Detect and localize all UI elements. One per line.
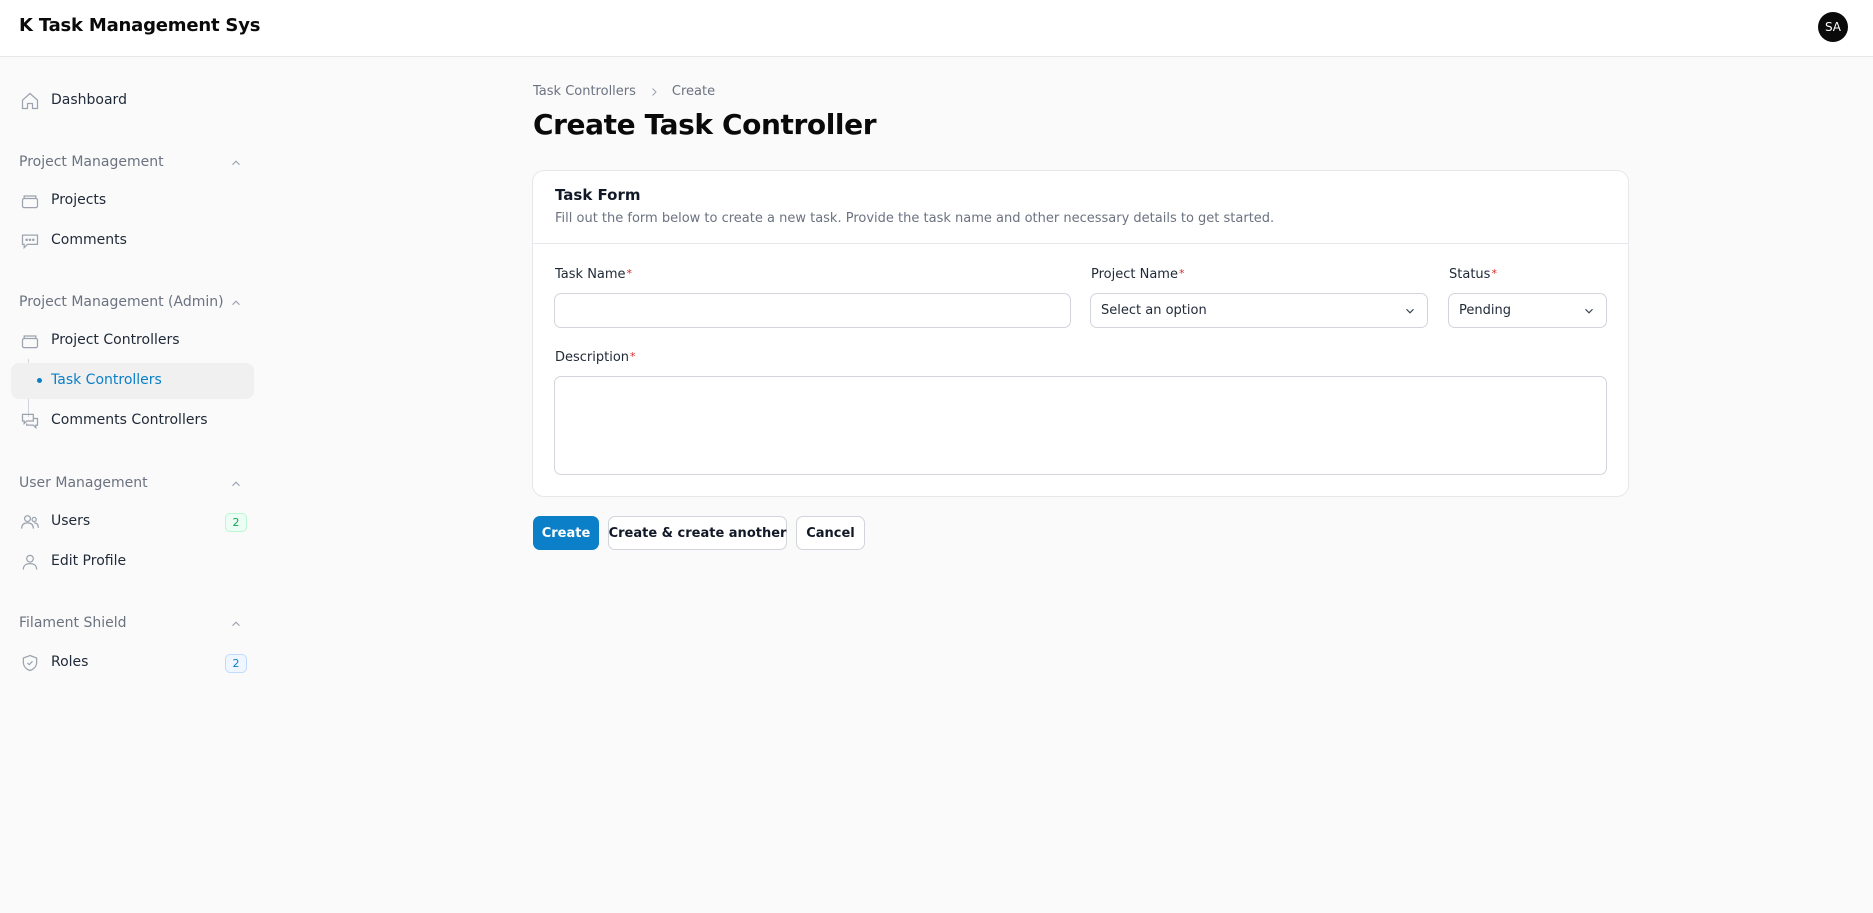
sidebar-item-projects[interactable]: Projects [11, 183, 254, 219]
description-textarea[interactable] [554, 376, 1607, 475]
sidebar-item-label: Edit Profile [51, 553, 127, 569]
chevron-down-icon [1403, 304, 1417, 318]
project-name-label: Project Name* [1091, 267, 1184, 282]
chevron-up-icon[interactable] [229, 617, 243, 631]
create-and-create-another-button[interactable]: Create & create another [608, 516, 787, 550]
sidebar-item-users[interactable]: Users 2 [11, 504, 254, 540]
task-name-input[interactable] [554, 293, 1071, 328]
card-description: Fill out the form below to create a new … [555, 211, 1275, 226]
group-label-filament-shield: Filament Shield [19, 615, 127, 631]
required-asterisk: * [626, 267, 633, 280]
card-title: Task Form [555, 186, 641, 204]
task-name-label: Task Name* [555, 267, 632, 282]
sidebar-item-label: Comments [51, 232, 127, 248]
user-avatar[interactable]: SA [1818, 12, 1848, 42]
shield-icon [20, 653, 40, 673]
group-label-user-management: User Management [19, 475, 148, 491]
sidebar-item-label: Task Controllers [51, 372, 162, 388]
sidebar-item-comments-controllers[interactable]: Comments Controllers [11, 403, 254, 439]
status-label: Status* [1449, 267, 1497, 282]
breadcrumb: Task Controllers Create [533, 84, 715, 99]
task-form-card: Task Form Fill out the form below to cre… [532, 170, 1629, 497]
active-indicator-dot [37, 378, 42, 383]
group-label-project-management-admin: Project Management (Admin) [19, 294, 224, 310]
sidebar-item-label: Comments Controllers [51, 412, 208, 428]
chevron-up-icon[interactable] [229, 477, 243, 491]
sidebar-item-label: Roles [51, 654, 89, 670]
task-name-label-text: Task Name [555, 267, 626, 282]
status-select[interactable]: Pending [1448, 293, 1607, 328]
count-badge: 2 [225, 513, 247, 532]
chat-bubble-icon [20, 231, 40, 251]
chevron-right-icon [648, 86, 660, 98]
user-icon [20, 552, 40, 572]
create-button[interactable]: Create [533, 516, 599, 550]
page-title: Create Task Controller [533, 108, 877, 141]
folder-icon [20, 331, 40, 351]
sidebar-item-task-controllers[interactable]: Task Controllers [11, 363, 254, 399]
sidebar-item-label: Project Controllers [51, 332, 180, 348]
group-label-project-management: Project Management [19, 154, 164, 170]
status-select-value: Pending [1459, 303, 1511, 318]
sidebar-item-label: Dashboard [51, 92, 127, 108]
project-name-select[interactable]: Select an option [1090, 293, 1428, 328]
required-asterisk: * [630, 350, 636, 363]
sidebar: Dashboard Project Management Projects Co… [0, 57, 265, 913]
count-badge: 2 [225, 654, 247, 673]
home-icon [20, 91, 40, 111]
sidebar-item-roles[interactable]: Roles 2 [11, 645, 254, 681]
app-title[interactable]: K Task Management Sys [19, 15, 260, 36]
status-label-text: Status [1449, 267, 1491, 282]
breadcrumb-current: Create [671, 84, 716, 99]
cancel-button[interactable]: Cancel [796, 516, 865, 550]
chevron-down-icon [1582, 304, 1596, 318]
card-header: Task Form Fill out the form below to cre… [533, 171, 1628, 244]
sidebar-item-comments[interactable]: Comments [11, 223, 254, 259]
chat-bubbles-icon [20, 411, 40, 431]
sidebar-item-label: Users [51, 513, 91, 529]
required-asterisk: * [1491, 267, 1497, 280]
sidebar-item-label: Projects [51, 192, 107, 208]
users-icon [20, 512, 40, 532]
breadcrumb-link-task-controllers[interactable]: Task Controllers [533, 84, 636, 99]
folder-icon [20, 191, 40, 211]
project-name-label-text: Project Name [1091, 267, 1178, 282]
sidebar-item-edit-profile[interactable]: Edit Profile [11, 544, 254, 580]
description-label-text: Description [555, 350, 630, 365]
required-asterisk: * [1178, 267, 1185, 280]
description-label: Description* [555, 350, 636, 365]
project-name-select-value: Select an option [1101, 303, 1207, 318]
sidebar-item-dashboard[interactable]: Dashboard [11, 83, 254, 119]
chevron-up-icon[interactable] [229, 156, 243, 170]
sidebar-item-project-controllers[interactable]: Project Controllers [11, 323, 254, 359]
chevron-up-icon[interactable] [229, 296, 243, 310]
top-bar: K Task Management Sys SA [0, 0, 1873, 57]
